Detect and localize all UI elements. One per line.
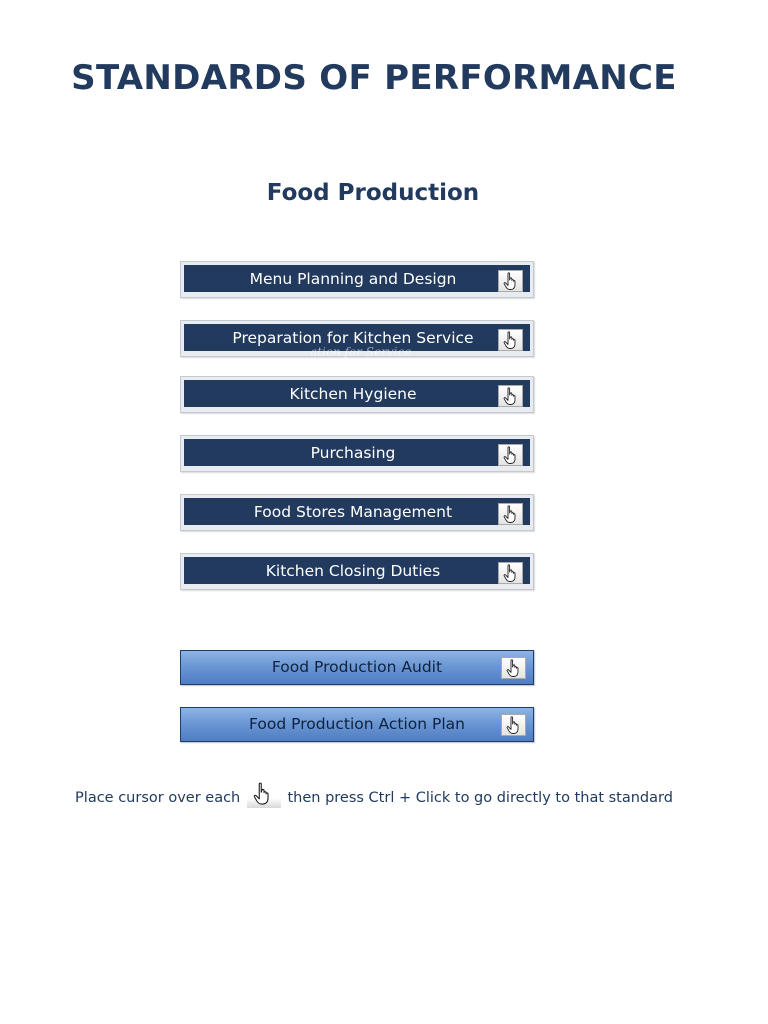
food-production-audit-label: Food Production Audit	[271, 658, 443, 676]
hand-pointer-icon[interactable]	[498, 444, 523, 466]
kitchen-hygiene-label: Kitchen Hygiene	[289, 385, 417, 403]
food-production-audit-button[interactable]: Food Production Audit	[180, 650, 534, 685]
hand-pointer-icon	[246, 782, 281, 808]
hand-pointer-icon[interactable]	[501, 657, 526, 679]
kitchen-closing-duties-button[interactable]: Kitchen Closing Duties	[180, 553, 534, 590]
hand-pointer-icon[interactable]	[498, 562, 523, 584]
purchasing-button[interactable]: Purchasing	[180, 435, 534, 472]
hand-pointer-icon[interactable]	[498, 503, 523, 525]
preparation-kitchen-service-button[interactable]: Preparation for Kitchen Service	[180, 320, 534, 357]
purchasing-label: Purchasing	[310, 444, 396, 462]
kitchen-hygiene-button[interactable]: Kitchen Hygiene	[180, 376, 534, 413]
food-stores-management-button[interactable]: Food Stores Management	[180, 494, 534, 531]
menu-planning-label: Menu Planning and Design	[249, 270, 457, 288]
food-production-action-plan-button[interactable]: Food Production Action Plan	[180, 707, 534, 742]
section-title: Food Production	[266, 180, 480, 206]
hand-pointer-icon[interactable]	[498, 385, 523, 407]
page-title: STANDARDS OF PERFORMANCE	[71, 58, 677, 98]
preparation-kitchen-service-label: Preparation for Kitchen Service	[232, 329, 474, 347]
instruction-text: Place cursor over each then press Ctrl +…	[0, 782, 748, 808]
food-stores-management-label: Food Stores Management	[253, 503, 453, 521]
hand-pointer-icon[interactable]	[498, 329, 523, 351]
food-production-action-plan-label: Food Production Action Plan	[249, 715, 465, 733]
menu-planning-button[interactable]: Menu Planning and Design	[180, 261, 534, 298]
kitchen-closing-duties-label: Kitchen Closing Duties	[265, 562, 441, 580]
instruction-before: Place cursor over each	[75, 790, 241, 806]
hand-pointer-icon[interactable]	[501, 714, 526, 736]
instruction-after: then press Ctrl + Click to go directly t…	[287, 790, 673, 806]
hand-pointer-icon[interactable]	[498, 270, 523, 292]
